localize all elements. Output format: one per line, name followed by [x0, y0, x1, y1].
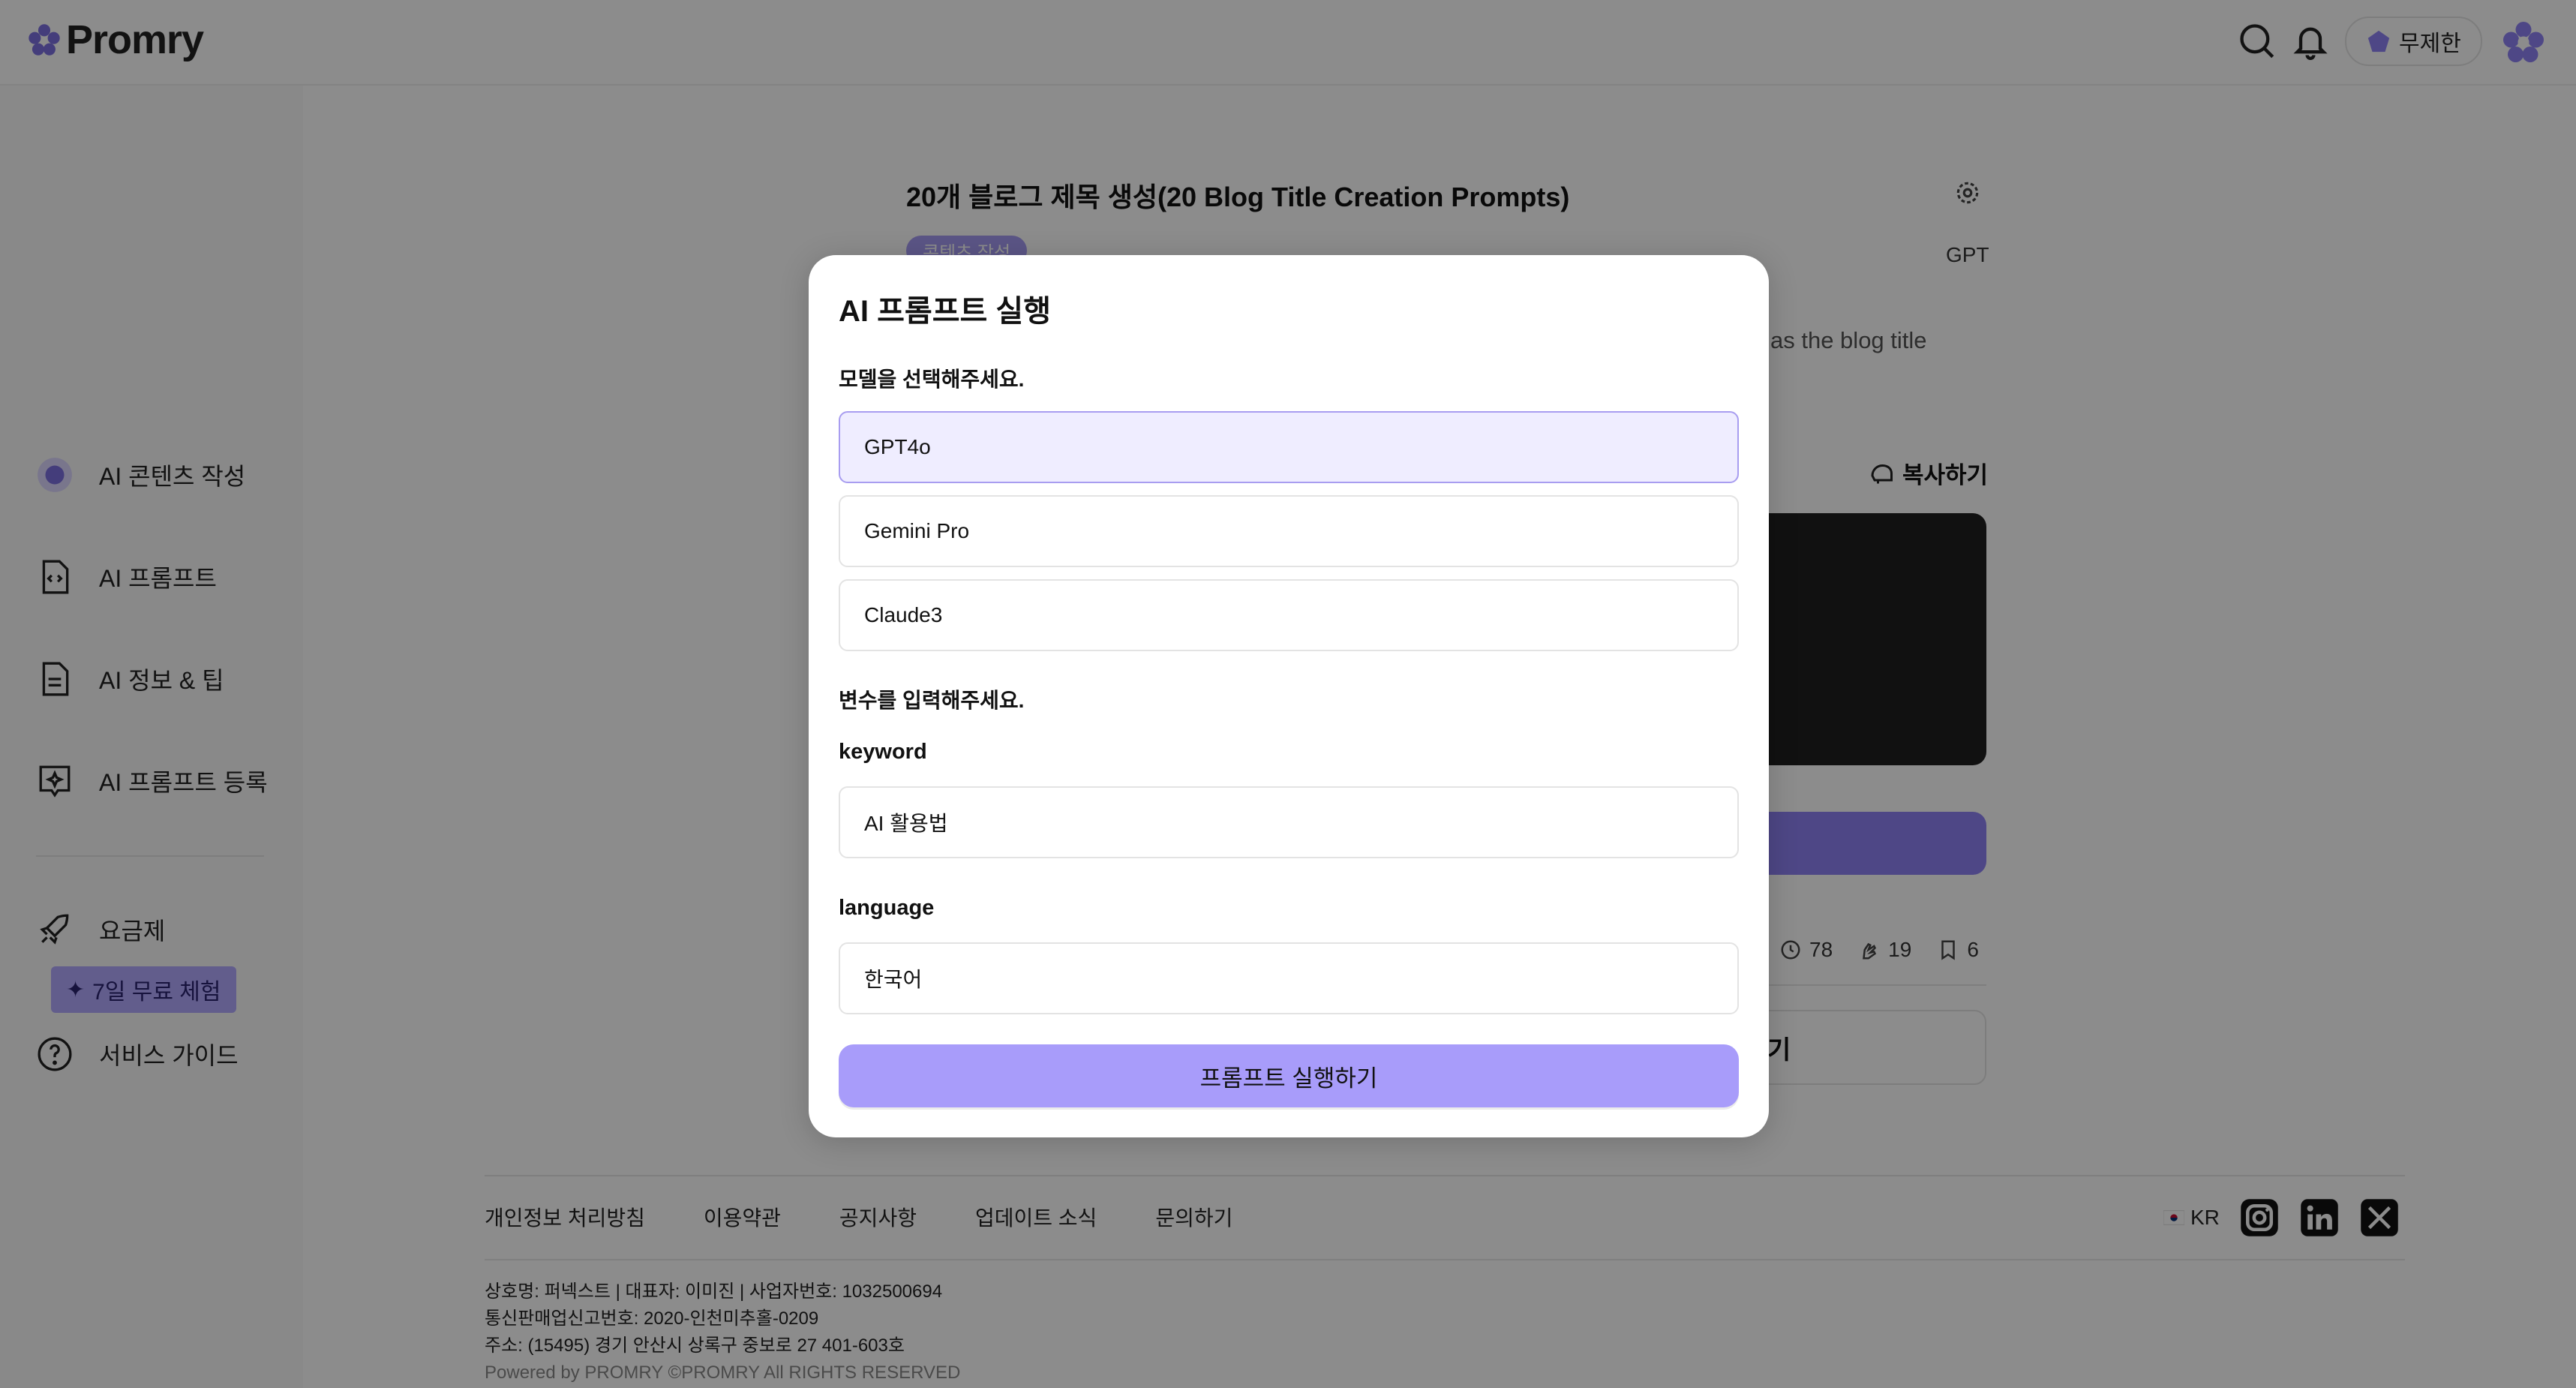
model-option-gemini-pro[interactable]: Gemini Pro [839, 495, 1739, 567]
model-option-label: Gemini Pro [864, 519, 970, 542]
language-label: language [839, 896, 935, 920]
model-option-claude3[interactable]: Claude3 [839, 579, 1739, 651]
keyword-label: keyword [839, 740, 927, 764]
model-option-gpt4o[interactable]: GPT4o [839, 411, 1739, 483]
model-option-label: GPT4o [864, 435, 931, 458]
variables-section-label: 변수를 입력해주세요. [839, 689, 1025, 712]
run-prompt-button[interactable]: 프롬프트 실행하기 [839, 1044, 1739, 1107]
language-input[interactable] [839, 942, 1739, 1014]
model-option-label: Claude3 [864, 603, 943, 626]
run-prompt-modal: AI 프롬프트 실행 모델을 선택해주세요. GPT4o Gemini Pro … [809, 255, 1769, 1137]
modal-title: AI 프롬프트 실행 [839, 295, 1052, 328]
keyword-input[interactable] [839, 786, 1739, 858]
model-section-label: 모델을 선택해주세요. [839, 368, 1025, 391]
